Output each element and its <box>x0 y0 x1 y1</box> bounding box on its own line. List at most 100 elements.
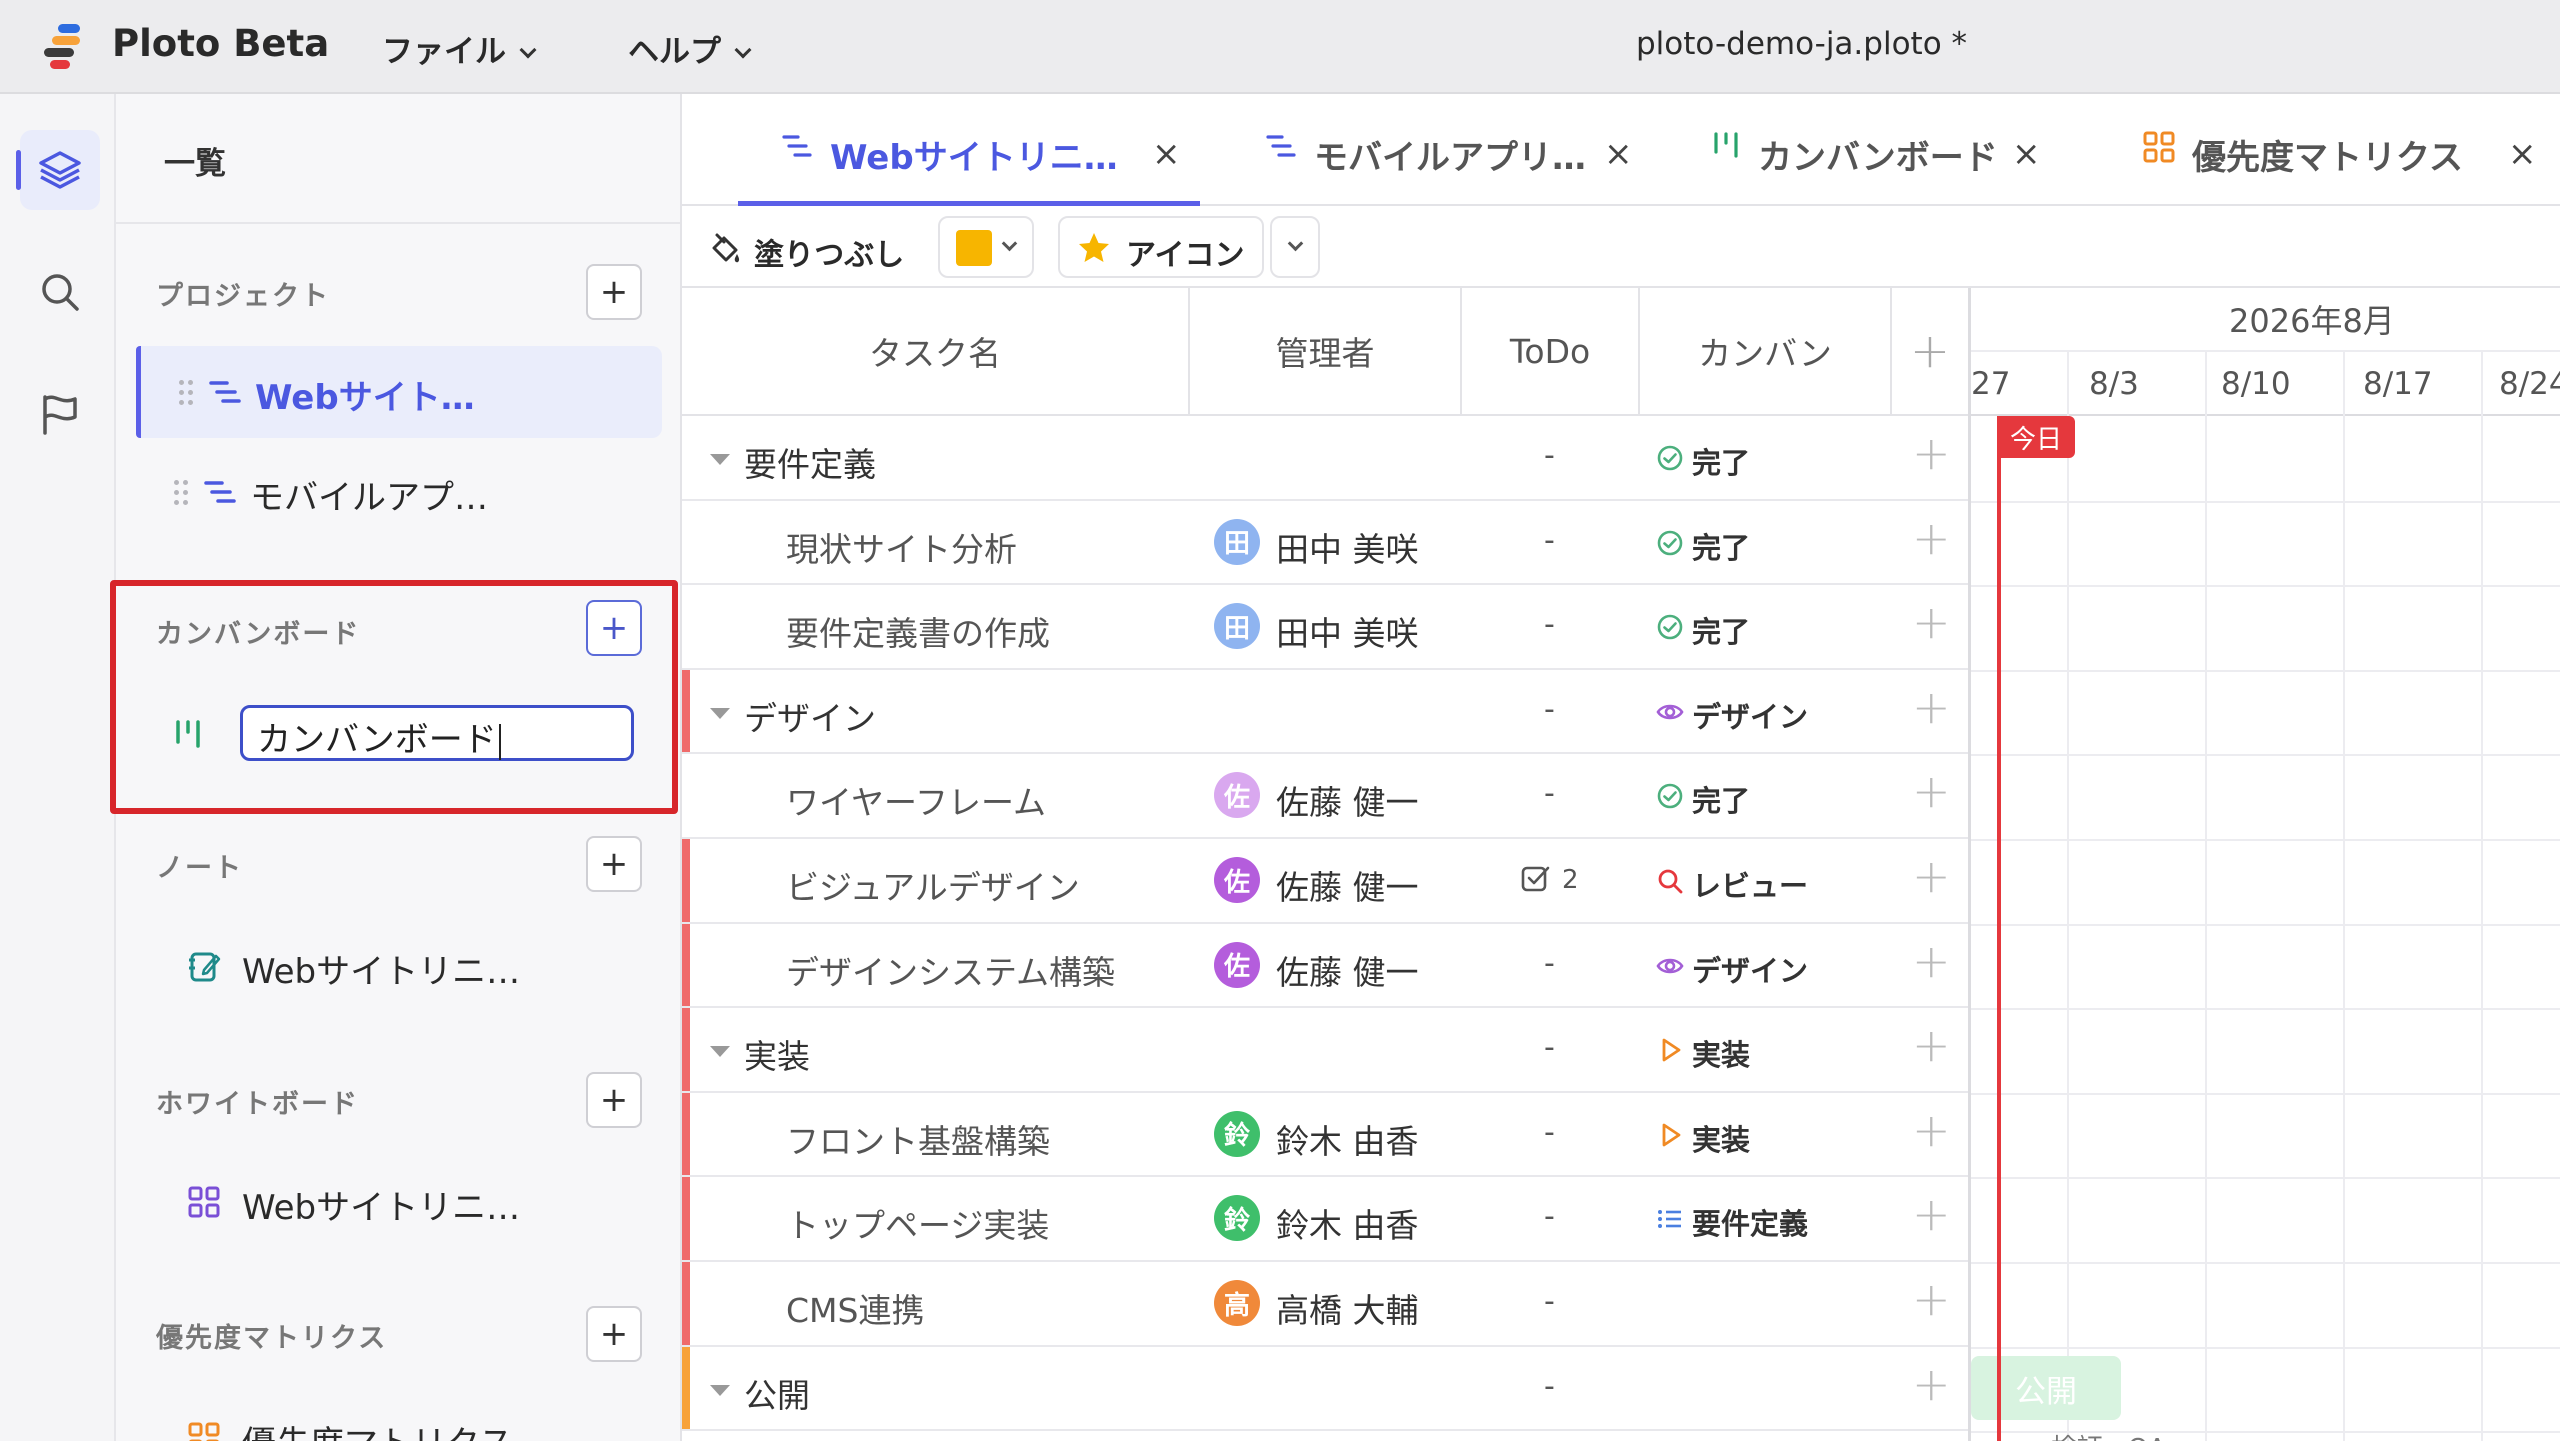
fill-color-select[interactable] <box>938 216 1034 278</box>
close-icon[interactable]: × <box>1152 134 1181 174</box>
table-row[interactable]: フロント基盤構築 鈴鈴木 由香 - 実装 + <box>682 1092 1968 1178</box>
todo-value[interactable]: - <box>1544 692 1555 727</box>
todo-value[interactable]: - <box>1544 1369 1555 1404</box>
sidebar-item-note-web[interactable]: Webサイトリニ… <box>136 920 662 1012</box>
task-name[interactable]: CMS連携 <box>786 1284 924 1332</box>
manager-name[interactable]: 田中 美咲 <box>1276 523 1419 571</box>
tab-mobile-app[interactable]: モバイルアプリ… × <box>1202 94 1662 206</box>
row-add-button[interactable]: + <box>1912 1107 1951 1153</box>
kanban-status[interactable]: 完了 <box>1692 525 1750 567</box>
drag-handle-icon[interactable] <box>174 480 188 506</box>
task-name[interactable]: ワイヤーフレーム <box>786 776 1046 824</box>
fill-button[interactable]: 塗りつぶし <box>696 216 920 278</box>
add-note-button[interactable]: + <box>586 836 642 892</box>
icon-button[interactable]: アイコン <box>1058 216 1264 278</box>
todo-count[interactable]: 2 <box>1562 865 1579 895</box>
todo-value[interactable]: - <box>1544 607 1555 642</box>
row-add-button[interactable]: + <box>1912 853 1951 899</box>
menu-help[interactable]: ヘルプ <box>628 26 752 71</box>
add-whiteboard-button[interactable]: + <box>586 1072 642 1128</box>
sidebar-item-project-mobile[interactable]: モバイルアプ… <box>136 446 662 538</box>
collapse-caret-icon[interactable] <box>710 1384 730 1396</box>
manager-name[interactable]: 田中 美咲 <box>1276 607 1419 655</box>
table-row[interactable]: ワイヤーフレーム 佐佐藤 健一 - 完了 + <box>682 754 1968 839</box>
table-row[interactable]: 現状サイト分析 田田中 美咲 - 完了 + <box>682 501 1968 586</box>
row-add-button[interactable]: + <box>1912 684 1951 730</box>
kanban-status[interactable]: デザイン <box>1692 694 1808 736</box>
table-row[interactable]: 要件定義書の作成 田田中 美咲 - 完了 + <box>682 585 1968 670</box>
todo-value[interactable]: - <box>1544 1115 1555 1150</box>
todo-value[interactable]: - <box>1544 946 1555 981</box>
tab-kanban[interactable]: カンバンボード × <box>1670 94 2090 206</box>
kanban-status[interactable]: 完了 <box>1692 440 1750 482</box>
manager-name[interactable]: 鈴木 由香 <box>1276 1115 1419 1163</box>
task-name[interactable]: デザインシステム構築 <box>786 946 1115 994</box>
kanban-status[interactable]: レビュー <box>1692 863 1808 905</box>
todo-value[interactable]: - <box>1544 1284 1555 1319</box>
group-row[interactable]: 要件定義 - 完了 + <box>682 416 1968 501</box>
collapse-caret-icon[interactable] <box>710 707 730 719</box>
row-add-button[interactable]: + <box>1912 938 1951 984</box>
tab-priority-matrix[interactable]: 優先度マトリクス × <box>2100 94 2560 206</box>
todo-value[interactable]: - <box>1544 1030 1555 1065</box>
flag-icon[interactable] <box>20 374 100 454</box>
table-row[interactable]: デザインシステム構築 佐佐藤 健一 - デザイン + <box>682 923 1968 1009</box>
collapse-caret-icon[interactable] <box>710 1046 730 1058</box>
manager-name[interactable]: 佐藤 健一 <box>1276 861 1419 909</box>
column-header-task[interactable]: タスク名 <box>682 288 1190 416</box>
group-row[interactable]: 実装 - 実装 + <box>682 1008 1968 1093</box>
menu-file[interactable]: ファイル <box>382 26 537 71</box>
table-row[interactable]: トップページ実装 鈴鈴木 由香 - 要件定義 + <box>682 1177 1968 1262</box>
kanban-status[interactable]: 実装 <box>1692 1032 1750 1074</box>
table-row[interactable]: CMS連携 高高橋 大輔 - + <box>682 1262 1968 1347</box>
row-add-button[interactable]: + <box>1912 1022 1951 1068</box>
todo-value[interactable]: - <box>1544 438 1555 473</box>
add-column-button[interactable]: + <box>1892 288 1968 416</box>
search-icon[interactable] <box>20 252 100 332</box>
row-add-button[interactable]: + <box>1912 1191 1951 1237</box>
manager-name[interactable]: 佐藤 健一 <box>1276 776 1419 824</box>
task-name[interactable]: 要件定義書の作成 <box>786 607 1050 655</box>
layers-icon[interactable] <box>20 130 100 210</box>
row-add-button[interactable]: + <box>1912 430 1951 476</box>
kanban-status[interactable]: 要件定義 <box>1692 1201 1808 1243</box>
todo-value[interactable]: - <box>1544 523 1555 558</box>
manager-name[interactable]: 高橋 大輔 <box>1276 1284 1419 1332</box>
kanban-status[interactable]: デザイン <box>1692 948 1808 990</box>
row-add-button[interactable]: + <box>1912 515 1951 561</box>
group-row[interactable]: 公開 - + <box>682 1346 1968 1432</box>
task-name[interactable]: ビジュアルデザイン <box>786 861 1080 909</box>
sidebar-item-matrix[interactable]: 優先度マトリクス <box>136 1392 662 1441</box>
table-row[interactable]: ビジュアルデザイン 佐佐藤 健一 2 レビュー + <box>682 839 1968 924</box>
task-name[interactable]: フロント基盤構築 <box>786 1115 1050 1163</box>
row-add-button[interactable]: + <box>1912 1361 1951 1407</box>
todo-value[interactable]: - <box>1544 1199 1555 1234</box>
drag-handle-icon[interactable] <box>179 380 193 406</box>
close-icon[interactable]: × <box>2508 134 2537 174</box>
kanban-status[interactable]: 実装 <box>1692 1117 1750 1159</box>
group-row[interactable]: デザイン - デザイン + <box>682 669 1968 755</box>
group-name[interactable]: 公開 <box>744 1369 810 1417</box>
sidebar-item-project-web[interactable]: Webサイト… <box>136 346 662 438</box>
icon-dropdown-button[interactable] <box>1270 216 1320 278</box>
row-add-button[interactable]: + <box>1912 1276 1951 1322</box>
close-icon[interactable]: × <box>1604 134 1633 174</box>
group-name[interactable]: 実装 <box>744 1030 810 1078</box>
sidebar-item-whiteboard-web[interactable]: Webサイトリニ… <box>136 1156 662 1248</box>
add-matrix-button[interactable]: + <box>586 1306 642 1362</box>
task-name[interactable]: 現状サイト分析 <box>786 523 1017 571</box>
column-header-todo[interactable]: ToDo <box>1462 288 1640 416</box>
add-project-button[interactable]: + <box>586 264 642 320</box>
group-name[interactable]: 要件定義 <box>744 438 876 486</box>
manager-name[interactable]: 佐藤 健一 <box>1276 946 1419 994</box>
close-icon[interactable]: × <box>2012 134 2041 174</box>
row-add-button[interactable]: + <box>1912 768 1951 814</box>
tab-web-renewal[interactable]: Webサイトリニ… × <box>738 94 1200 206</box>
column-header-manager[interactable]: 管理者 <box>1190 288 1462 416</box>
kanban-status[interactable]: 完了 <box>1692 609 1750 651</box>
collapse-caret-icon[interactable] <box>710 454 730 465</box>
todo-value[interactable]: - <box>1544 776 1555 811</box>
row-add-button[interactable]: + <box>1912 599 1951 645</box>
column-header-kanban[interactable]: カンバン <box>1640 288 1892 416</box>
task-name[interactable]: トップページ実装 <box>786 1199 1049 1247</box>
